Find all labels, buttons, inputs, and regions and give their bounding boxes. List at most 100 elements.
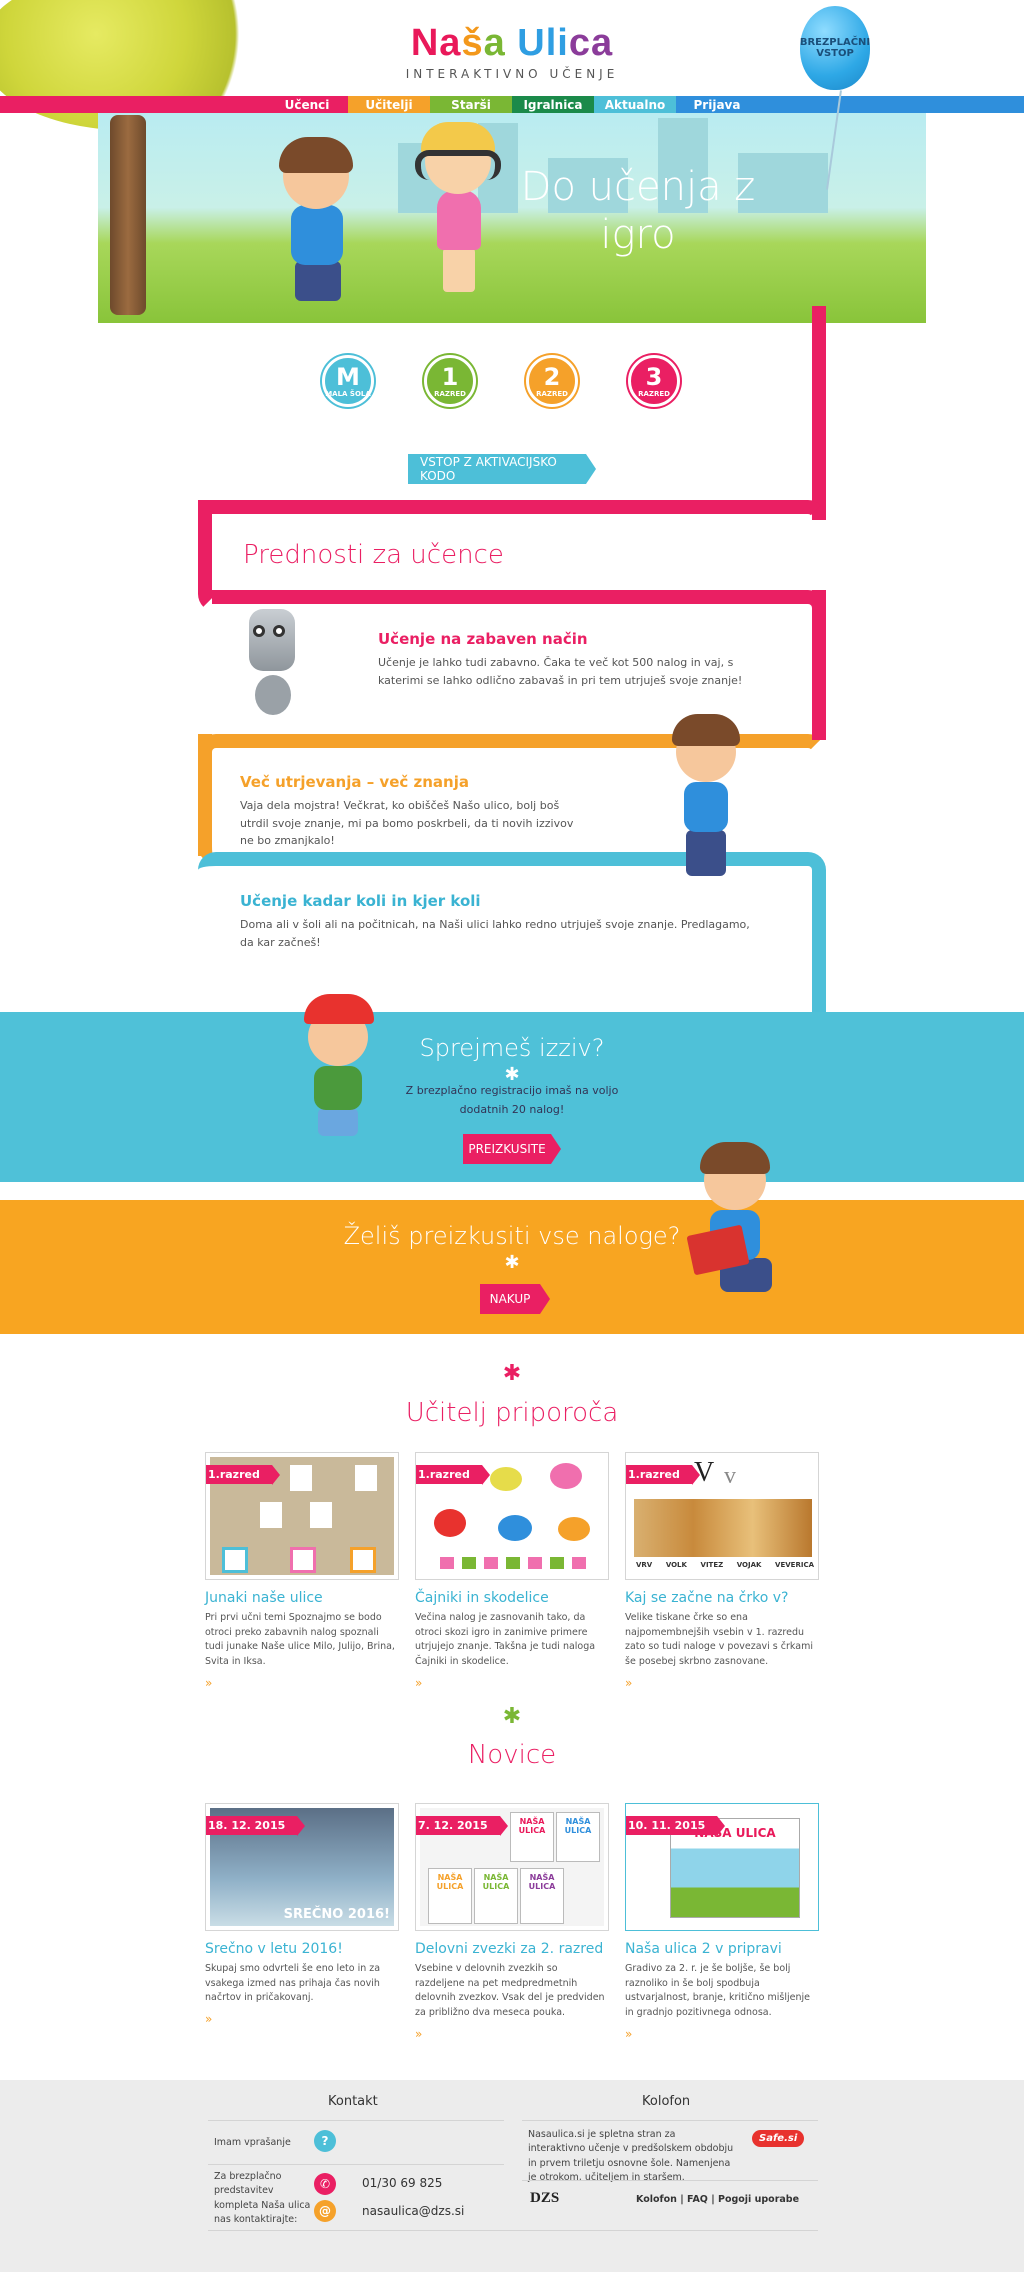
purchase-button[interactable]: NAKUP <box>480 1284 550 1314</box>
news-card[interactable]: 10. 11. 2015 NAŠA ULICA Naša ulica 2 v p… <box>625 1803 819 2041</box>
badge-razred-1[interactable]: 1 RAZRED <box>424 355 476 407</box>
free-entry-balloon-button[interactable]: BREZPLAČNI VSTOP <box>800 6 870 90</box>
card-thumbnail[interactable]: 1.razred <box>415 1452 609 1580</box>
advantage-item-fun: Učenje na zabaven način Učenje je lahko … <box>378 630 768 689</box>
advantages-title: Prednosti za učence <box>243 540 504 570</box>
divider <box>208 2120 504 2121</box>
site-logo[interactable]: Naša Ulica INTERAKTIVNO UČENJE <box>0 22 1024 81</box>
colophon-text: Nasaulica.si je spletna stran za interak… <box>528 2129 734 2183</box>
recommendation-card[interactable]: 1.razred V v VRV VOLK VITEZ VOJAK VEVERICA K… <box>625 1452 819 1690</box>
card-text: Vsebine v delovnih zvezkih so razdeljene… <box>415 1963 605 2019</box>
card-text: Večina nalog je zasnovanih tako, da otro… <box>415 1612 596 1668</box>
news-card[interactable]: 7. 12. 2015 NAŠA ULICA NAŠA ULICA NAŠA U… <box>415 1803 609 2041</box>
news-cards: 18. 12. 2015 SREČNO 2016! Srečno v letu … <box>205 1803 819 2041</box>
card-title[interactable]: Čajniki in skodelice <box>415 1590 609 1606</box>
challenge-section: Sprejmeš izziv? ✱ Z brezplačno registrac… <box>0 1012 1024 1182</box>
badge-razred-2[interactable]: 2 RAZRED <box>526 355 578 407</box>
purchase-title: Želiš preizkusiti vse naloge? <box>343 1222 681 1250</box>
read-more-chevron-icon[interactable]: » <box>205 1676 399 1690</box>
card-thumbnail[interactable]: 1.razred <box>205 1452 399 1580</box>
recommendation-card[interactable]: 1.razred Čajniki in skodelice Večina nal… <box>415 1452 609 1690</box>
advantage-title: Več utrjevanja – več znanja <box>240 773 469 791</box>
nav-item-prijava[interactable]: Prijava <box>676 96 758 113</box>
divider <box>208 2230 818 2231</box>
email-icon: @ <box>314 2200 336 2222</box>
card-thumbnail[interactable]: 18. 12. 2015 SREČNO 2016! <box>205 1803 399 1931</box>
advantage-text: Doma ali v šoli ali na počitnicah, na Na… <box>240 918 750 949</box>
footer-link-faq[interactable]: FAQ <box>687 2194 708 2205</box>
email-link[interactable]: nasaulica@dzs.si <box>362 2204 464 2218</box>
card-title[interactable]: Naša ulica 2 v pripravi <box>625 1941 819 1957</box>
question-icon[interactable]: ? <box>314 2130 336 2152</box>
advantage-item-anywhere: Učenje kadar koli in kjer koli Doma ali … <box>240 892 760 951</box>
nav-item-ucenci[interactable]: Učenci <box>266 96 348 113</box>
card-title[interactable]: Junaki naše ulice <box>205 1590 399 1606</box>
page: Naša Ulica INTERAKTIVNO UČENJE BREZPLAČN… <box>0 0 1024 2272</box>
phone-icon: ✆ <box>314 2173 336 2195</box>
boy-with-magnifier-illustration <box>273 137 363 323</box>
footer-link-terms[interactable]: Pogoji uporabe <box>718 2194 799 2205</box>
logo-wordmark: Naša Ulica <box>410 22 614 64</box>
read-more-chevron-icon[interactable]: » <box>625 1676 819 1690</box>
link-separator: | <box>680 2194 684 2205</box>
link-separator: | <box>711 2194 715 2205</box>
read-more-chevron-icon[interactable]: » <box>625 2027 819 2041</box>
read-more-chevron-icon[interactable]: » <box>415 1676 609 1690</box>
badge-razred-3[interactable]: 3 RAZRED <box>628 355 680 407</box>
divider <box>522 2180 818 2181</box>
safe-si-badge[interactable]: Safe.si <box>752 2130 805 2147</box>
news-card[interactable]: 18. 12. 2015 SREČNO 2016! Srečno v letu … <box>205 1803 399 2041</box>
phone-number[interactable]: 01/30 69 825 <box>362 2176 442 2190</box>
card-text: Gradivo za 2. r. je še boljše, še bolj r… <box>625 1963 810 2019</box>
card-thumbnail[interactable]: 10. 11. 2015 NAŠA ULICA <box>625 1803 819 1931</box>
footer: Kontakt Imam vprašanje ? Za brezplačno p… <box>0 2080 1024 2272</box>
badge-mala-sola[interactable]: M MALA ŠOLA <box>322 355 374 407</box>
challenge-title: Sprejmeš izziv? <box>419 1034 605 1062</box>
path-pink-right <box>812 590 826 740</box>
girl-with-headphones-illustration <box>413 122 503 298</box>
nav-item-igralnica[interactable]: Igralnica <box>512 96 594 113</box>
read-more-chevron-icon[interactable]: » <box>205 2012 399 2026</box>
card-text: Skupaj smo odvrteli še eno leto in za vs… <box>205 1963 381 2004</box>
dzs-logo[interactable]: DZS <box>530 2190 559 2207</box>
ask-label: Imam vprašanje <box>214 2137 291 2148</box>
nav-spacer-left <box>0 96 266 113</box>
challenge-text: Z brezplačno registracijo imaš na voljo … <box>405 1084 619 1116</box>
presentation-label: Za brezplačno predstavitev kompleta Naša… <box>214 2171 311 2225</box>
class-badges: M MALA ŠOLA 1 RAZRED 2 RAZRED 3 RAZRED <box>322 355 680 407</box>
walking-boy-illustration <box>672 712 742 882</box>
nav-spacer-right <box>758 96 1024 113</box>
try-button[interactable]: PREIZKUSITE <box>463 1134 561 1164</box>
card-date-tag: 10. 11. 2015 <box>626 1816 726 1836</box>
card-date-tag: 7. 12. 2015 <box>416 1816 508 1836</box>
advantage-text: Učenje je lahko tudi zabavno. Čaka te ve… <box>378 656 743 687</box>
logo-subtitle: INTERAKTIVNO UČENJE <box>405 67 619 81</box>
contact-title: Kontakt <box>328 2094 378 2109</box>
nav-item-ucitelji[interactable]: Učitelji <box>348 96 430 113</box>
boy-with-cap-illustration <box>300 990 380 1140</box>
nav-item-starsi[interactable]: Starši <box>430 96 512 113</box>
card-title[interactable]: Srečno v letu 2016! <box>205 1941 399 1957</box>
card-thumbnail[interactable]: 1.razred V v VRV VOLK VITEZ VOJAK VEVERICA <box>625 1452 819 1580</box>
tree-trunk-decoration <box>110 115 146 315</box>
activation-code-button[interactable]: VSTOP Z AKTIVACIJSKO KODO <box>408 454 596 484</box>
card-tag: 1.razred <box>416 1465 490 1485</box>
card-thumbnail[interactable]: 7. 12. 2015 NAŠA ULICA NAŠA ULICA NAŠA U… <box>415 1803 609 1931</box>
footer-links: Kolofon | FAQ | Pogoji uporabe <box>636 2194 799 2205</box>
flower-icon: ✱ <box>502 1361 522 1386</box>
hero-title: Do učenja z igro <box>520 164 756 258</box>
path-pink-vertical <box>806 306 826 520</box>
read-more-chevron-icon[interactable]: » <box>415 2027 609 2041</box>
divider <box>208 2164 504 2165</box>
card-date-tag: 18. 12. 2015 <box>206 1816 306 1836</box>
teacher-cards: 1.razred Junaki naše ulice Pri prvi učni… <box>205 1452 819 1690</box>
nav-item-aktualno[interactable]: Aktualno <box>594 96 676 113</box>
main-navigation: Učenci Učitelji Starši Igralnica Aktualn… <box>0 96 1024 113</box>
divider <box>522 2120 818 2121</box>
card-title[interactable]: Kaj se začne na črko v? <box>625 1590 819 1606</box>
star-icon: ✱ <box>504 1252 520 1273</box>
recommendation-card[interactable]: 1.razred Junaki naše ulice Pri prvi učni… <box>205 1452 399 1690</box>
card-tag: 1.razred <box>626 1465 700 1485</box>
card-title[interactable]: Delovni zvezki za 2. razred <box>415 1941 609 1957</box>
footer-link-kolofon[interactable]: Kolofon <box>636 2194 677 2205</box>
